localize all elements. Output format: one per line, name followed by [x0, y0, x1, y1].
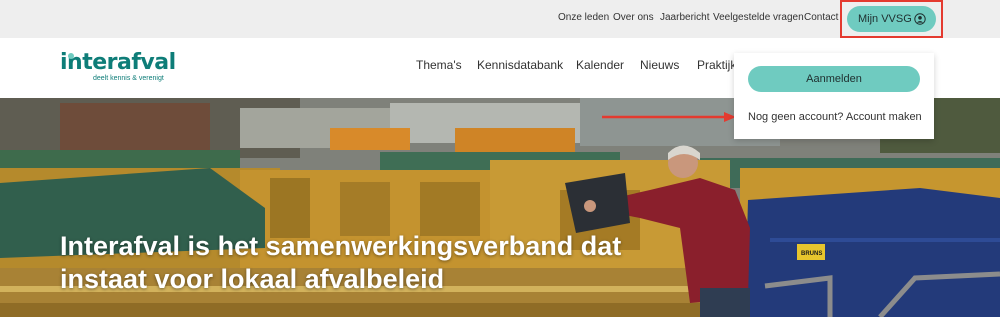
nav-item-praktijk[interactable]: Praktijk [697, 58, 736, 72]
nav-item-nieuws[interactable]: Nieuws [640, 58, 679, 72]
logo-tagline: deelt kennis & verenigt [93, 75, 164, 82]
mijn-vvsg-label: Mijn VVSG [858, 13, 912, 25]
logo-dot-icon [68, 53, 74, 59]
util-link-jaarbericht[interactable]: Jaarbericht [660, 12, 709, 23]
create-account-link[interactable]: Nog geen account? Account maken [748, 111, 922, 123]
nav-item-kalender[interactable]: Kalender [576, 58, 624, 72]
nav-item-themas[interactable]: Thema's [416, 58, 462, 72]
mijn-vvsg-button[interactable]: Mijn VVSG [847, 6, 936, 32]
nav-item-kennisdatabank[interactable]: Kennisdatabank [477, 58, 563, 72]
util-link-over-ons[interactable]: Over ons [613, 12, 654, 23]
bruns-label: BRUNS [801, 251, 822, 257]
utility-bar: Onze leden Over ons Jaarbericht Veelgest… [0, 0, 1000, 38]
account-dropdown: Aanmelden Nog geen account? Account make… [734, 53, 934, 139]
logo-wordmark: interafval [60, 50, 176, 75]
logo[interactable]: interafval deelt kennis & verenigt [60, 51, 190, 87]
user-icon [914, 13, 926, 25]
hero-title: Interafval is het samenwerkingsverband d… [60, 231, 622, 294]
util-link-veelgestelde-vragen[interactable]: Veelgestelde vragen [713, 12, 804, 23]
util-link-contact[interactable]: Contact [804, 12, 838, 23]
util-link-onze-leden[interactable]: Onze leden [558, 12, 609, 23]
account-button-highlight: Mijn VVSG [840, 0, 943, 38]
annotation-arrow-icon [602, 112, 736, 122]
login-button[interactable]: Aanmelden [748, 66, 920, 92]
